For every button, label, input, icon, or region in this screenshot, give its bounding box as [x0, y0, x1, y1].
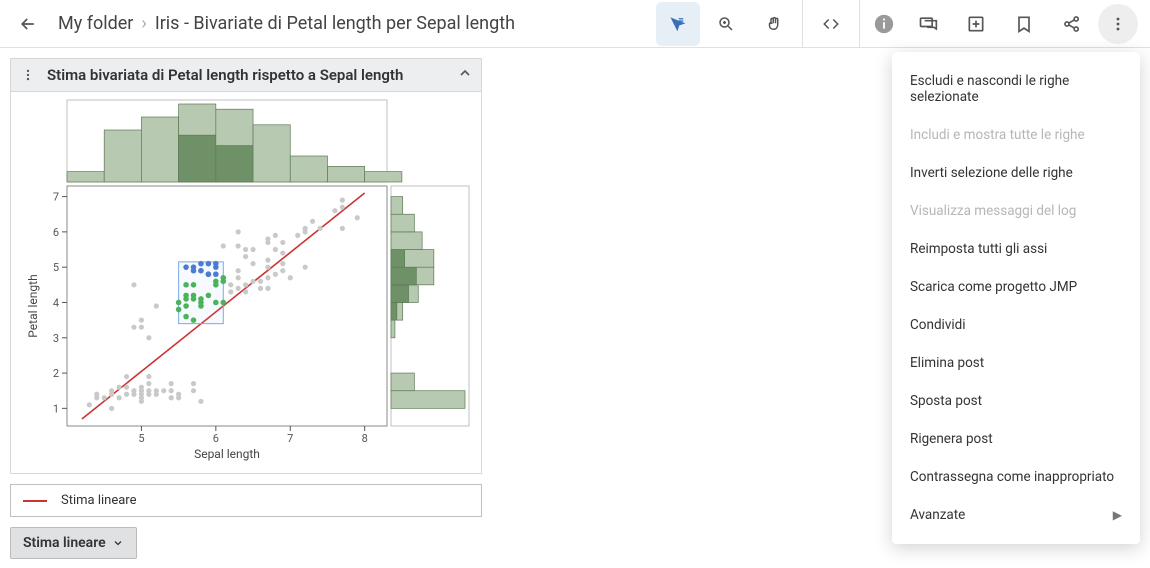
svg-text:5: 5 [53, 261, 59, 274]
menu-item-label: Sposta post [910, 393, 982, 409]
menu-item-label: Visualizza messaggi del log [910, 203, 1076, 219]
menu-item-label: Inverti selezione delle righe [910, 165, 1073, 181]
svg-text:2: 2 [53, 367, 59, 380]
svg-text:6: 6 [213, 432, 219, 445]
menu-item-label: Contrassegna come inappropriato [910, 469, 1114, 485]
svg-text:5: 5 [138, 432, 144, 445]
menu-item[interactable]: Elimina post [892, 344, 1140, 382]
svg-text:1: 1 [53, 402, 59, 415]
svg-text:6: 6 [53, 226, 59, 239]
svg-text:7: 7 [287, 432, 293, 445]
menu-item: Includi e mostra tutte le righe [892, 116, 1140, 154]
menu-item: Visualizza messaggi del log [892, 192, 1140, 230]
menu-item-label: Scarica come progetto JMP [910, 279, 1077, 295]
fit-popup-label: Stima lineare [23, 535, 106, 551]
svg-text:3: 3 [53, 332, 59, 345]
chevron-right-icon: › [141, 13, 146, 34]
menu-item[interactable]: Contrassegna come inappropriato [892, 458, 1140, 496]
info-button[interactable] [866, 6, 902, 42]
svg-text:Sepal length: Sepal length [194, 447, 260, 461]
breadcrumb: My folder › Iris - Bivariate di Petal le… [58, 13, 515, 34]
menu-item-label: Avanzate [910, 507, 965, 523]
svg-text:Petal length: Petal length [26, 274, 40, 337]
back-button[interactable] [6, 2, 50, 46]
svg-text:7: 7 [53, 191, 59, 204]
new-post-button[interactable] [954, 2, 998, 46]
menu-item[interactable]: Escludi e nascondi le righe selezionate [892, 62, 1140, 116]
tool-pointer[interactable] [656, 2, 700, 46]
menu-item[interactable]: Condividi [892, 306, 1140, 344]
chevron-down-icon [112, 537, 124, 549]
menu-item-label: Condividi [910, 317, 966, 333]
share-button[interactable] [1050, 2, 1094, 46]
breadcrumb-folder[interactable]: My folder [58, 13, 133, 34]
svg-text:8: 8 [362, 432, 368, 445]
card-header: Stima bivariata di Petal length rispetto… [10, 58, 482, 92]
menu-item-label: Reimposta tutti gli assi [910, 241, 1047, 257]
menu-item-label: Rigenera post [910, 431, 993, 447]
fit-popup-button[interactable]: Stima lineare [10, 527, 137, 559]
card-title: Stima bivariata di Petal length rispetto… [47, 66, 447, 84]
legend: Stima lineare [10, 484, 482, 517]
menu-item-label: Escludi e nascondi le righe selezionate [910, 73, 1122, 105]
more-menu-button[interactable] [1098, 4, 1138, 44]
card-menu-button[interactable] [19, 68, 37, 82]
tool-pan[interactable] [752, 2, 796, 46]
legend-swatch-line [23, 500, 47, 502]
menu-item[interactable]: Sposta post [892, 382, 1140, 420]
tool-zoom[interactable] [704, 2, 748, 46]
overflow-menu: Escludi e nascondi le righe selezionate I… [892, 52, 1140, 544]
bookmark-button[interactable] [1002, 2, 1046, 46]
menu-item[interactable]: Avanzate ▶ [892, 496, 1140, 534]
chart-area[interactable]: 5 6 7 8 1 2 3 4 5 6 7 Sepal length Petal length [10, 92, 482, 474]
menu-item-label: Elimina post [910, 355, 984, 371]
menu-item[interactable]: Inverti selezione delle righe [892, 154, 1140, 192]
menu-item-label: Includi e mostra tutte le righe [910, 127, 1085, 143]
breadcrumb-page: Iris - Bivariate di Petal length per Sep… [155, 13, 515, 34]
menu-item[interactable]: Reimposta tutti gli assi [892, 230, 1140, 268]
menu-item[interactable]: Scarica come progetto JMP [892, 268, 1140, 306]
chevron-right-icon: ▶ [1113, 508, 1122, 522]
collapse-button[interactable] [457, 65, 473, 85]
comments-button[interactable] [906, 2, 950, 46]
svg-text:4: 4 [53, 296, 59, 309]
legend-label: Stima lineare [61, 493, 136, 508]
menu-item[interactable]: Rigenera post [892, 420, 1140, 458]
tool-code[interactable] [809, 2, 853, 46]
